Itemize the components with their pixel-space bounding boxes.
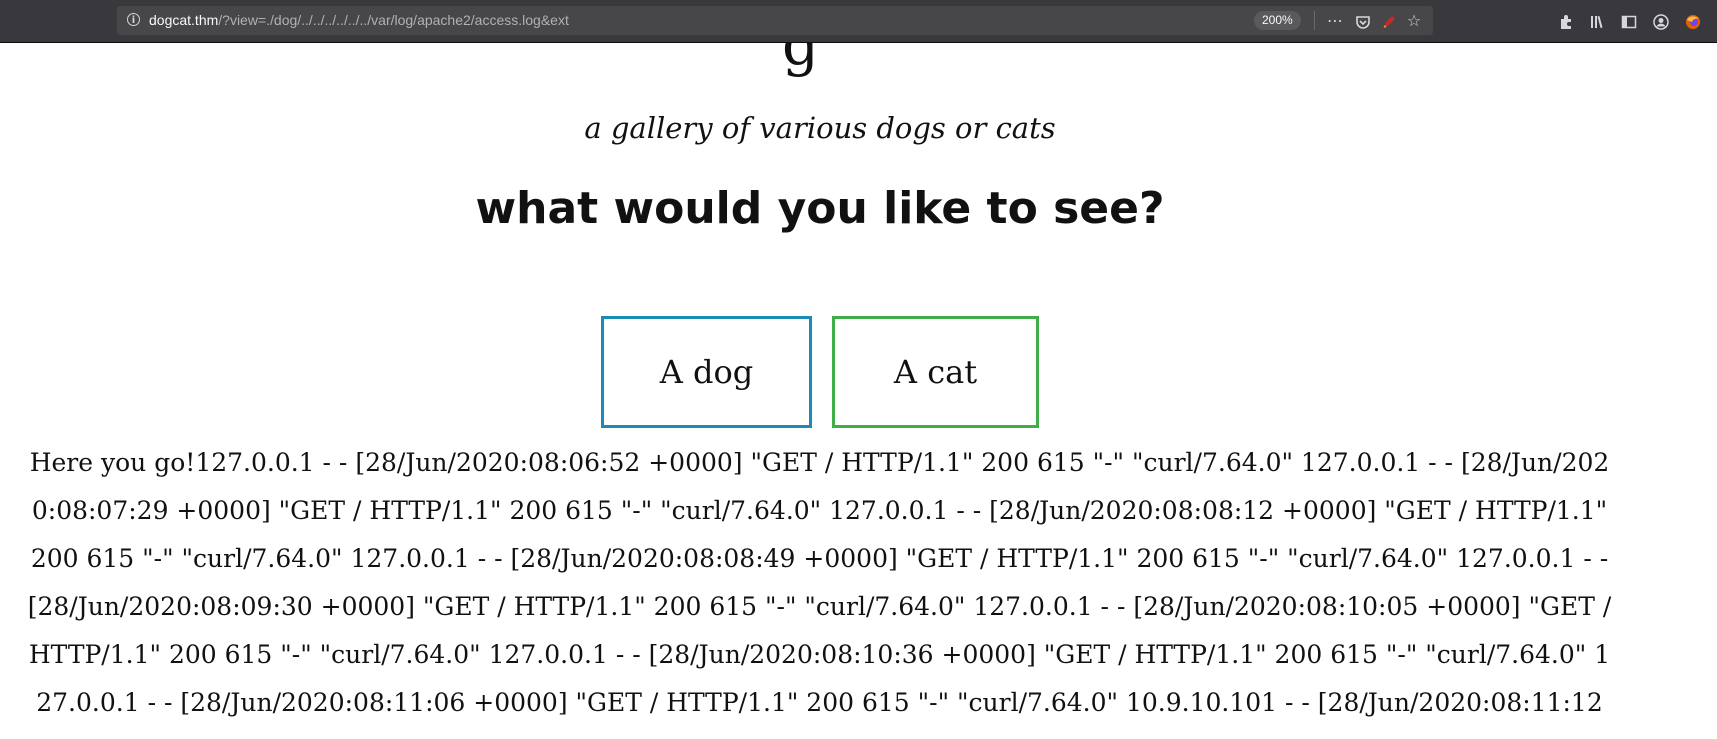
page-heading: what would you like to see?: [475, 183, 1165, 234]
page-subtitle: a gallery of various dogs or cats: [584, 111, 1056, 145]
url-host: dogcat.thm: [149, 12, 219, 28]
more-icon[interactable]: ⋯: [1324, 6, 1346, 35]
pen-icon[interactable]: [1378, 6, 1400, 35]
page-title-fragment: g: [782, 43, 820, 78]
zoom-level-badge[interactable]: 200%: [1254, 11, 1301, 30]
browser-toolbar: i dogcat.thm/?view=./dog/../../../../../…: [0, 0, 1717, 43]
info-icon[interactable]: i: [127, 13, 140, 26]
log-output: Here you go!127.0.0.1 - - [28/Jun/2020:0…: [27, 448, 1612, 739]
dog-button[interactable]: A dog: [601, 316, 812, 428]
url-bar[interactable]: i dogcat.thm/?view=./dog/../../../../../…: [117, 6, 1433, 35]
page-content: g a gallery of various dogs or cats what…: [0, 43, 1717, 739]
bookmark-star-icon[interactable]: ☆: [1403, 6, 1425, 35]
url-text[interactable]: dogcat.thm/?view=./dog/../../../../../..…: [149, 6, 569, 35]
urlbar-separator: [1314, 11, 1315, 30]
url-path: /?view=./dog/../../../../../../var/log/a…: [218, 12, 569, 28]
account-icon[interactable]: [1649, 6, 1673, 35]
cat-button[interactable]: A cat: [832, 316, 1039, 428]
library-icon[interactable]: [1586, 6, 1610, 35]
firefox-icon[interactable]: [1681, 6, 1705, 35]
pocket-icon[interactable]: [1352, 6, 1374, 35]
sidebar-icon[interactable]: [1617, 6, 1641, 35]
extensions-icon[interactable]: [1554, 6, 1578, 35]
